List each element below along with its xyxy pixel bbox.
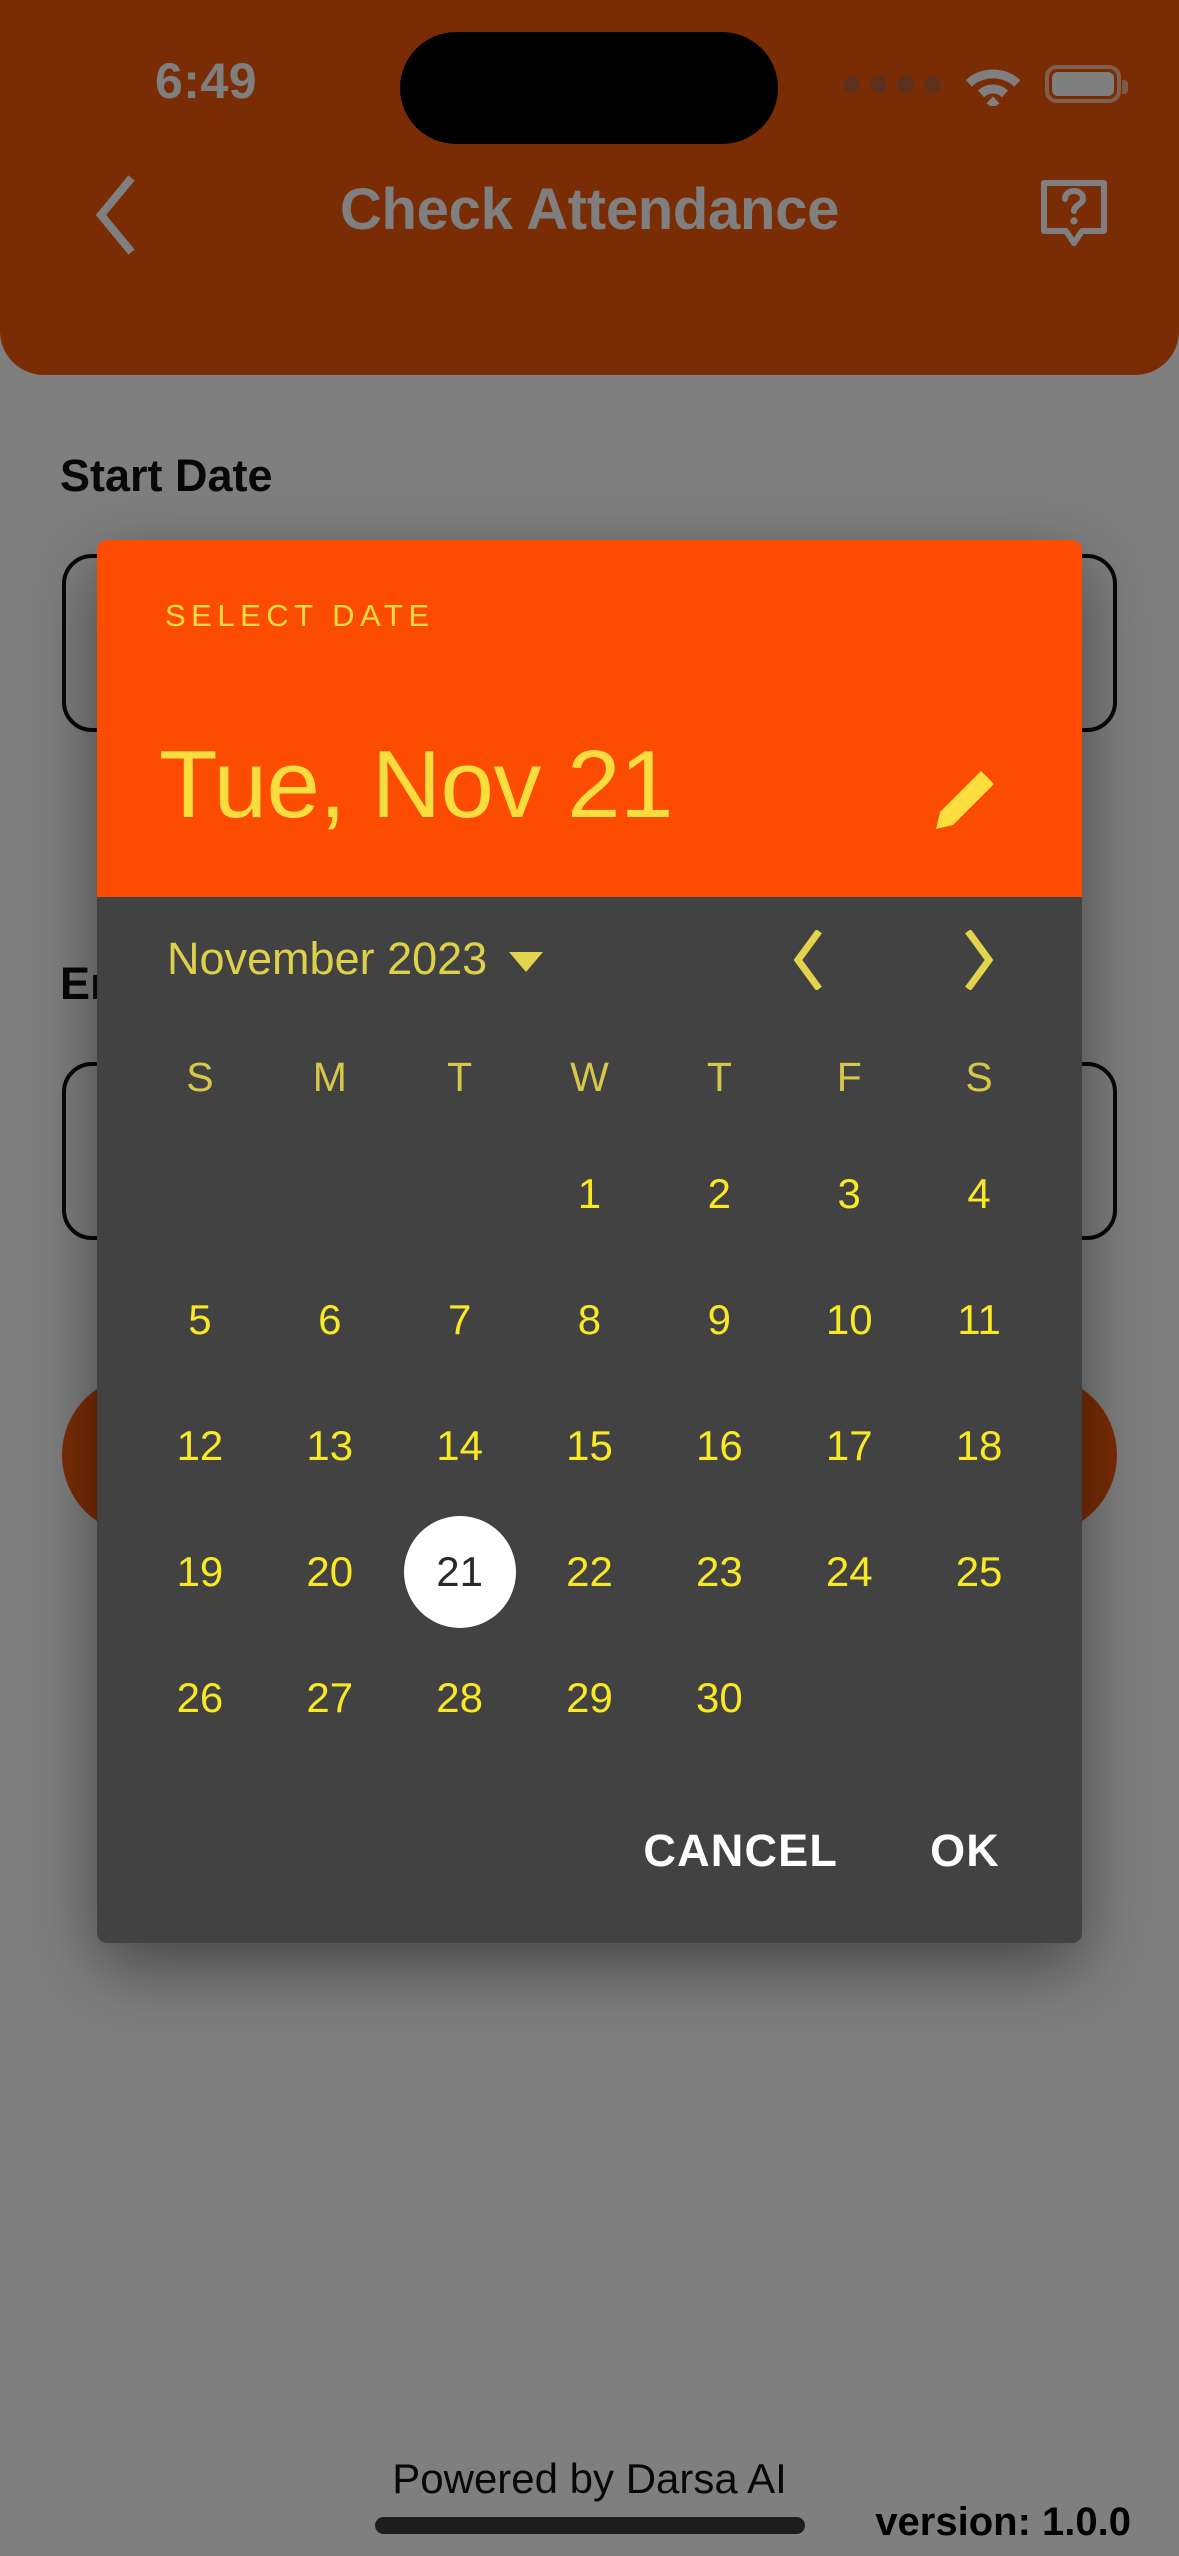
calendar-day[interactable]: 14: [395, 1383, 525, 1509]
dialog-actions: CANCEL OK: [97, 1761, 1082, 1921]
ok-button[interactable]: OK: [930, 1825, 1000, 1877]
weekday-header: T: [706, 1053, 732, 1100]
chevron-down-icon: [509, 952, 544, 972]
calendar-day-label: 11: [957, 1296, 1001, 1343]
calendar-day[interactable]: 6: [265, 1257, 395, 1383]
calendar-day[interactable]: 8: [525, 1257, 655, 1383]
month-year-dropdown[interactable]: November 2023: [167, 933, 544, 985]
calendar-day[interactable]: 2: [654, 1131, 784, 1257]
calendar-day-label: 22: [566, 1548, 613, 1595]
calendar-day-label: 5: [188, 1296, 212, 1343]
month-arrows: [775, 927, 1012, 993]
calendar-day[interactable]: 3: [784, 1131, 914, 1257]
calendar-day[interactable]: 7: [395, 1257, 525, 1383]
calendar-day[interactable]: 13: [265, 1383, 395, 1509]
calendar-day-empty: [135, 1131, 265, 1257]
calendar-day[interactable]: 15: [525, 1383, 655, 1509]
date-picker-body: November 2023 S M T W T F S 1 2 3 4 5 6 7 8 9 …: [97, 897, 1082, 1943]
weekday-header: F: [836, 1053, 862, 1100]
month-navigation-row: November 2023: [97, 897, 1082, 1023]
date-picker-dialog: SELECT DATE Tue, Nov 21 November 2023 S …: [97, 540, 1082, 1943]
calendar-day-label: 26: [176, 1674, 224, 1721]
calendar-day-label: 10: [825, 1296, 873, 1343]
calendar-day-label: 1: [577, 1170, 602, 1217]
calendar-day[interactable]: 9: [654, 1257, 784, 1383]
calendar-day[interactable]: 20: [265, 1509, 395, 1635]
weekday-header: T: [447, 1053, 473, 1100]
select-date-eyebrow: SELECT DATE: [165, 598, 435, 633]
edit-date-button[interactable]: [926, 765, 1000, 839]
calendar-day[interactable]: 11: [914, 1257, 1044, 1383]
calendar-day-label: 29: [566, 1674, 613, 1721]
calendar-day-label: 30: [695, 1674, 743, 1721]
chevron-left-icon: [793, 930, 822, 990]
calendar-days-grid: 1 2 3 4 5 6 7 8 9 10 11 12 13 14 15 16 17 18 19 20 21 22 23 24 2…: [97, 1131, 1082, 1761]
weekday-header: S: [965, 1053, 993, 1100]
previous-month-button[interactable]: [775, 927, 841, 993]
calendar-day-label: [793, 1642, 905, 1754]
calendar-day-selected[interactable]: 21: [395, 1509, 525, 1635]
calendar-day-label: [923, 1642, 1035, 1754]
calendar-day-label: 28: [436, 1674, 483, 1721]
calendar-day[interactable]: 18: [914, 1383, 1044, 1509]
calendar-day-label: 6: [318, 1296, 342, 1343]
calendar-day-label: 14: [436, 1422, 483, 1469]
calendar-day-label: 13: [306, 1422, 354, 1469]
calendar-day[interactable]: 23: [654, 1509, 784, 1635]
calendar-day[interactable]: 1: [525, 1131, 655, 1257]
calendar-day-label: 9: [707, 1296, 732, 1343]
calendar-day-label: [274, 1138, 386, 1250]
calendar-day-label: 17: [825, 1422, 873, 1469]
calendar-day-label: [144, 1138, 256, 1250]
calendar-day-label: 15: [566, 1422, 613, 1469]
weekday-header: M: [312, 1053, 347, 1100]
month-year-label: November 2023: [167, 933, 488, 984]
calendar-day[interactable]: 10: [784, 1257, 914, 1383]
phone-screen: 6:49: [0, 0, 1179, 2556]
calendar-day-empty: [265, 1131, 395, 1257]
pencil-edit-icon: [936, 771, 994, 829]
selected-date-display: Tue, Nov 21: [159, 731, 673, 838]
weekday-header: S: [186, 1053, 214, 1100]
date-picker-header: SELECT DATE Tue, Nov 21: [97, 540, 1082, 897]
calendar-day[interactable]: 12: [135, 1383, 265, 1509]
calendar-day-empty: [395, 1131, 525, 1257]
cancel-button[interactable]: CANCEL: [643, 1825, 838, 1877]
calendar-day[interactable]: 26: [135, 1635, 265, 1761]
chevron-right-icon: [965, 930, 994, 990]
calendar-day[interactable]: 28: [395, 1635, 525, 1761]
calendar-day-empty: [914, 1635, 1044, 1761]
calendar-day-label: 12: [176, 1422, 224, 1469]
calendar-day-label: 2: [707, 1170, 732, 1217]
weekday-header-row: SMTWTFS: [97, 1023, 1082, 1131]
calendar-day-empty: [784, 1635, 914, 1761]
calendar-day-label: [404, 1138, 516, 1250]
calendar-day[interactable]: 5: [135, 1257, 265, 1383]
weekday-header: W: [570, 1053, 609, 1100]
calendar-day-label: 18: [955, 1422, 1003, 1469]
calendar-day-label: 21: [403, 1516, 516, 1628]
calendar-day-label: 19: [176, 1548, 224, 1595]
calendar-day[interactable]: 25: [914, 1509, 1044, 1635]
calendar-day[interactable]: 27: [265, 1635, 395, 1761]
calendar-day-label: 20: [306, 1548, 354, 1595]
calendar-day-label: 3: [837, 1170, 861, 1217]
calendar-day[interactable]: 30: [654, 1635, 784, 1761]
calendar-day-label: 4: [967, 1170, 991, 1217]
calendar-day-label: 8: [577, 1296, 602, 1343]
next-month-button[interactable]: [946, 927, 1012, 993]
calendar-day[interactable]: 24: [784, 1509, 914, 1635]
calendar-day[interactable]: 16: [654, 1383, 784, 1509]
calendar-day[interactable]: 22: [525, 1509, 655, 1635]
calendar-day-label: 24: [825, 1548, 873, 1595]
calendar-day[interactable]: 4: [914, 1131, 1044, 1257]
calendar-day[interactable]: 17: [784, 1383, 914, 1509]
calendar-day-label: 23: [695, 1548, 743, 1595]
calendar-day-label: 7: [447, 1296, 472, 1343]
calendar-day-label: 25: [955, 1548, 1003, 1595]
calendar-day-label: 16: [695, 1422, 743, 1469]
calendar-day-label: 27: [306, 1674, 354, 1721]
calendar-day[interactable]: 29: [525, 1635, 655, 1761]
calendar-day[interactable]: 19: [135, 1509, 265, 1635]
